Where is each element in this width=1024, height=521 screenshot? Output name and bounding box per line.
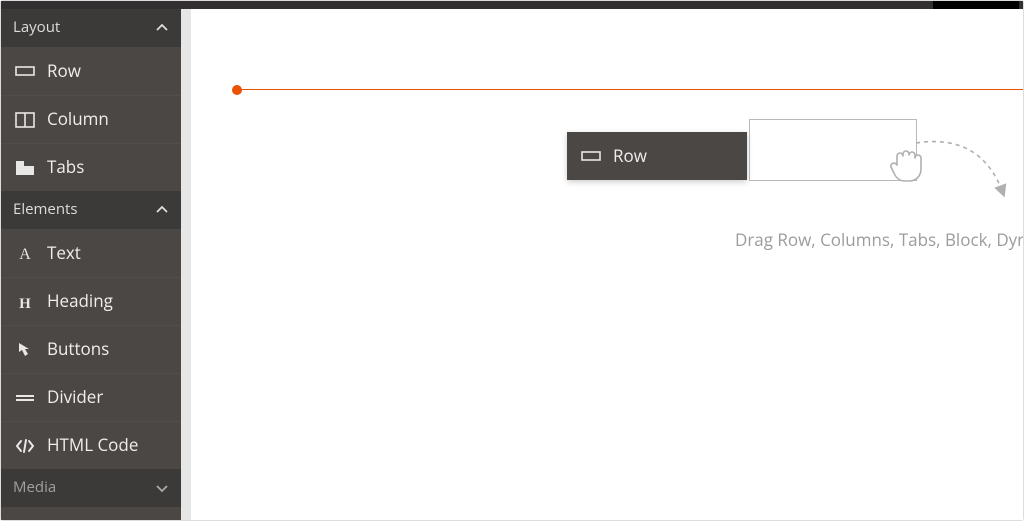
text-icon: A	[15, 243, 35, 263]
top-bar	[1, 1, 1023, 9]
dragging-tile-row[interactable]: Row	[567, 132, 747, 180]
sidebar-item-html-code[interactable]: HTML Code	[1, 421, 181, 469]
sidebar-item-divider[interactable]: Divider	[1, 373, 181, 421]
buttons-icon	[15, 340, 35, 360]
sidebar-item-buttons[interactable]: Buttons	[1, 325, 181, 373]
sidebar-item-label: Column	[47, 108, 109, 130]
sidebar-item-label: Text	[47, 242, 81, 264]
top-bar-right-block	[933, 1, 1019, 9]
sidebar-item-label: Row	[47, 60, 81, 82]
sidebar-item-label: Tabs	[47, 156, 84, 178]
chevron-up-icon	[155, 203, 169, 217]
sidebar-item-tabs[interactable]: Tabs	[1, 143, 181, 191]
sidebar-group-layout-header[interactable]: Layout	[1, 9, 181, 47]
chevron-up-icon	[155, 21, 169, 35]
drop-guide-dot	[232, 85, 242, 95]
sidebar-item-column[interactable]: Column	[1, 95, 181, 143]
sidebar-group-label: Layout	[13, 18, 60, 38]
sidebar-item-label: HTML Code	[47, 434, 138, 456]
sidebar-item-heading[interactable]: H Heading	[1, 277, 181, 325]
dragging-tile-label: Row	[613, 145, 647, 167]
sidebar: Layout Row Column Tabs Elements A Text	[1, 9, 181, 520]
row-icon	[15, 61, 35, 81]
divider-icon	[15, 388, 35, 408]
svg-text:H: H	[19, 296, 31, 311]
tabs-icon	[15, 158, 35, 178]
chevron-down-icon	[155, 481, 169, 495]
row-icon	[581, 146, 601, 166]
sidebar-group-label: Elements	[13, 200, 78, 220]
sidebar-item-label: Heading	[47, 290, 113, 312]
sidebar-item-label: Divider	[47, 386, 103, 408]
stage[interactable]: Row Drag Row, Columns, Tabs, Block, Dyn	[191, 9, 1023, 520]
sidebar-item-row[interactable]: Row	[1, 47, 181, 95]
heading-icon: H	[15, 292, 35, 312]
sidebar-item-text[interactable]: A Text	[1, 229, 181, 277]
sidebar-item-label: Buttons	[47, 338, 109, 360]
column-icon	[15, 110, 35, 130]
canvas-drop-hint: Drag Row, Columns, Tabs, Block, Dyn	[735, 229, 1023, 251]
sidebar-group-label: Media	[13, 478, 56, 498]
sidebar-group-media-header[interactable]: Media	[1, 469, 181, 507]
sidebar-group-elements-header[interactable]: Elements	[1, 191, 181, 229]
canvas: Row Drag Row, Columns, Tabs, Block, Dyn	[181, 9, 1023, 520]
html-code-icon	[15, 436, 35, 456]
drop-guide-line	[237, 89, 1023, 90]
drag-direction-arrow-icon	[911, 123, 1021, 213]
svg-text:A: A	[19, 246, 31, 262]
